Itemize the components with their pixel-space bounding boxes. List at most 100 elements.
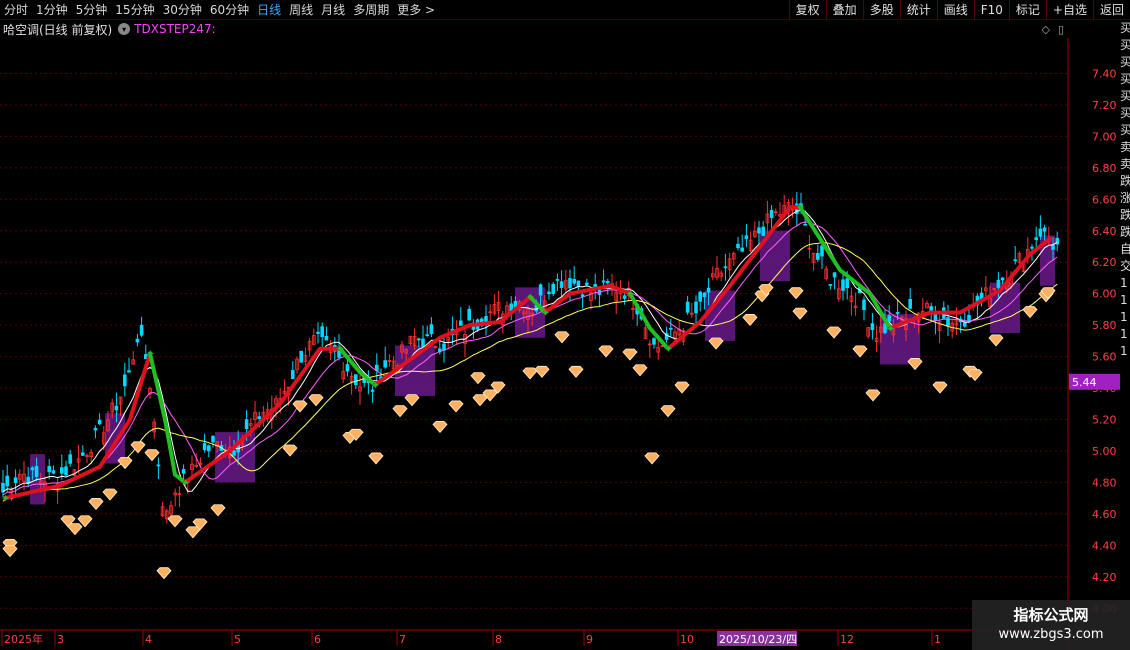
diamond-icon	[156, 567, 172, 580]
panel-toggle-icon[interactable]: ▯	[1058, 23, 1064, 36]
tool-button-7[interactable]: +自选	[1045, 0, 1093, 20]
date-label: 10	[680, 633, 694, 646]
tool-button-4[interactable]: 画线	[936, 0, 974, 20]
strip-char: 买	[1120, 106, 1130, 120]
period-tab-0[interactable]: 分时	[0, 0, 32, 20]
candle-body	[538, 284, 543, 296]
candle-body	[34, 465, 39, 477]
tool-button-1[interactable]: 叠加	[825, 0, 863, 20]
candle-body	[81, 452, 85, 456]
turn-star-icon: ✦	[1, 492, 10, 505]
strip-char: 1	[1120, 276, 1128, 290]
turn-star-icon: ✦	[796, 201, 805, 214]
diamond-icon	[660, 405, 676, 418]
period-tab-1[interactable]: 1分钟	[32, 0, 72, 20]
diamond-icon	[282, 444, 298, 457]
stock-title: 哈空调(日线 前复权)	[3, 22, 113, 37]
turn-star-icon: ✦	[541, 307, 550, 320]
chevron-down-icon[interactable]: ▾	[118, 23, 131, 35]
candle-body	[685, 301, 690, 313]
tool-button-2[interactable]: 多股	[862, 0, 900, 20]
candle-body	[135, 338, 140, 343]
candle-body	[97, 419, 102, 425]
candle-body	[345, 364, 350, 372]
candle-body	[1038, 228, 1043, 237]
diamond-icon	[432, 420, 448, 433]
candle-body	[736, 243, 740, 249]
diamond-icon	[907, 358, 923, 371]
period-tab-6[interactable]: 日线	[253, 0, 285, 20]
candle-body	[933, 313, 938, 322]
candle-body	[60, 467, 64, 474]
candle-body	[383, 360, 387, 368]
candle-body	[421, 338, 425, 347]
candle-body	[828, 284, 833, 286]
candle-body	[1013, 259, 1017, 262]
diamond-toggle-icon[interactable]: ◇	[1041, 23, 1049, 36]
candle-body	[202, 443, 207, 451]
strip-char: 卖	[1120, 140, 1130, 154]
candle-body	[299, 350, 303, 363]
price-label: 5.20	[1092, 414, 1117, 427]
candle-body	[963, 322, 967, 327]
candle-body	[290, 370, 295, 379]
watermark-url: www.zbgs3.com	[998, 627, 1104, 642]
date-highlight-label: 2025/10/23/四	[719, 633, 797, 646]
price-label: 4.60	[1092, 508, 1117, 521]
period-tab-3[interactable]: 15分钟	[111, 0, 158, 20]
tool-button-3[interactable]: 统计	[899, 0, 937, 20]
price-label: 6.80	[1092, 162, 1117, 175]
diamond-icon	[167, 515, 183, 528]
indicator-name[interactable]: TDXSTEP247:	[134, 22, 216, 36]
step-line-red	[183, 346, 342, 485]
price-label: 6.00	[1092, 288, 1117, 301]
turn-star-icon: ✦	[626, 288, 635, 301]
candle-body	[156, 464, 161, 467]
tool-button-5[interactable]: F10	[973, 0, 1009, 20]
tool-button-8[interactable]: 返回	[1092, 0, 1130, 20]
date-label: 6	[314, 633, 321, 646]
period-tab-5[interactable]: 60分钟	[206, 0, 253, 20]
candle-body	[585, 282, 589, 285]
diamond-icon	[88, 498, 104, 511]
diamond-icon	[2, 545, 18, 558]
tool-button-0[interactable]: 复权	[788, 0, 826, 20]
date-label: 4	[145, 633, 152, 646]
candle-body	[206, 445, 211, 452]
period-tab-9[interactable]: 多周期	[349, 0, 393, 20]
kline-chart[interactable]: 7.40 7.20 7.00 6.80 6.60 6.40 6.20 6.00 5.80 5.60…	[0, 38, 1120, 650]
period-tab-8[interactable]: 月线	[317, 0, 349, 20]
candle-body	[232, 450, 236, 456]
diamond-icon	[967, 369, 983, 382]
tool-button-6[interactable]: 标记	[1008, 0, 1046, 20]
step-line-red	[3, 351, 152, 501]
candle-body	[467, 308, 471, 321]
candle-body	[576, 280, 581, 287]
candle-body	[320, 326, 324, 337]
period-tab-7[interactable]: 周线	[285, 0, 317, 20]
diamond-icon	[448, 400, 464, 413]
candle-body	[1042, 227, 1047, 232]
candle-body	[559, 281, 564, 288]
period-tab-2[interactable]: 5分钟	[72, 0, 112, 20]
strip-char: 1	[1120, 344, 1128, 358]
period-tab-4[interactable]: 30分钟	[159, 0, 206, 20]
diamond-icon	[988, 334, 1004, 347]
price-label: 4.20	[1092, 571, 1117, 584]
candle-body	[324, 335, 329, 341]
date-label: 12	[840, 633, 854, 646]
watermark: 指标公式网 www.zbgs3.com	[972, 600, 1130, 650]
candle-body	[669, 327, 673, 330]
date-label: 5	[234, 633, 241, 646]
candle-body	[606, 281, 610, 284]
candle-body	[862, 299, 866, 311]
candle-body	[698, 291, 702, 302]
price-label: 7.20	[1092, 99, 1117, 112]
strip-char: 自	[1120, 242, 1130, 256]
candle-body	[47, 466, 51, 473]
candle-body	[64, 466, 68, 476]
strip-char: 1	[1120, 293, 1128, 307]
candle-body	[967, 314, 971, 322]
candle-body	[139, 324, 144, 336]
period-tab-10[interactable]: 更多 >	[393, 0, 439, 20]
